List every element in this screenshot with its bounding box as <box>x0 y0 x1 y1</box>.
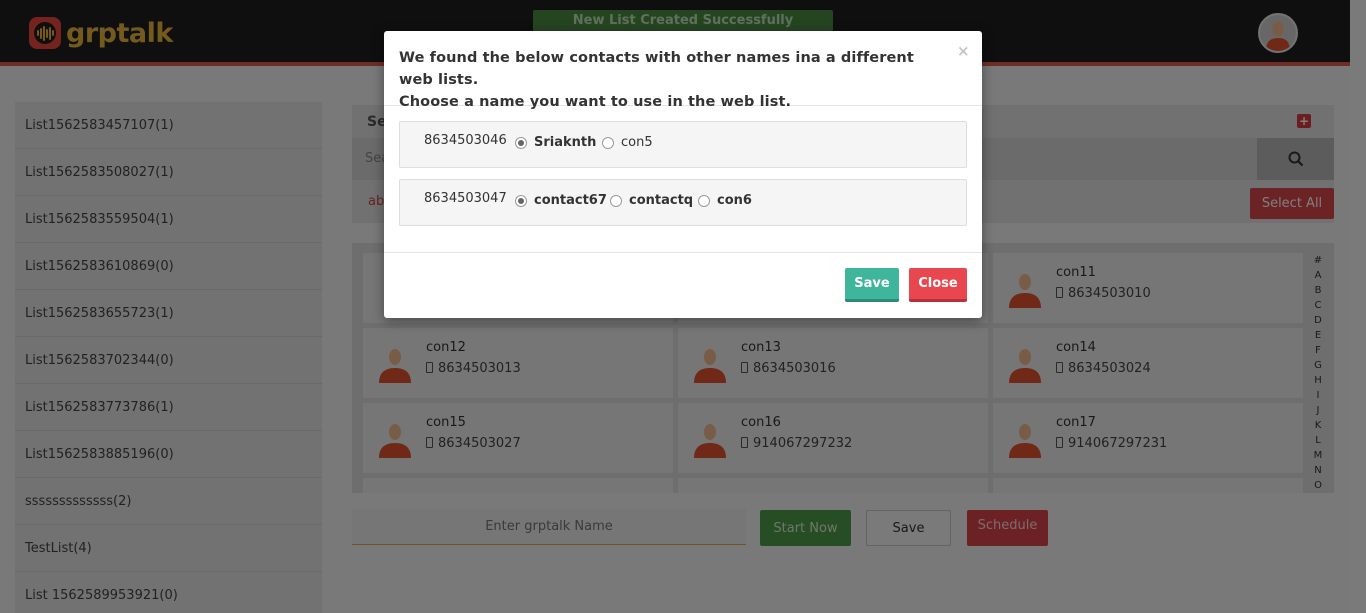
name-option-radio[interactable]: contact67 <box>515 193 607 208</box>
radio-selected-icon <box>515 136 527 149</box>
radio-icon <box>602 136 614 149</box>
contact-number: 8634503047 <box>424 191 507 206</box>
dialog-header: We found the below contacts with other n… <box>384 31 982 110</box>
contact-choice-row: 8634503046 Sriaknth con5 <box>399 121 967 168</box>
dialog-footer-divider <box>384 252 982 253</box>
name-option-radio[interactable]: con5 <box>602 135 653 150</box>
contact-number: 8634503046 <box>424 133 507 148</box>
name-option-radio[interactable]: Sriaknth <box>515 135 596 150</box>
radio-selected-icon <box>515 194 527 207</box>
dialog-title: We found the below contacts with other n… <box>399 50 914 110</box>
radio-icon <box>610 194 622 207</box>
close-icon[interactable]: × <box>957 42 970 60</box>
dialog-close-button[interactable]: Close <box>909 268 967 302</box>
dialog-save-button[interactable]: Save <box>845 268 899 302</box>
name-option-radio[interactable]: contactq <box>610 193 693 208</box>
name-option-radio[interactable]: con6 <box>698 193 752 208</box>
duplicate-names-dialog: We found the below contacts with other n… <box>384 31 982 318</box>
page-scrollbar[interactable] <box>1350 0 1366 613</box>
radio-icon <box>698 194 710 207</box>
contact-choice-row: 8634503047 contact67 contactq con6 <box>399 179 967 226</box>
